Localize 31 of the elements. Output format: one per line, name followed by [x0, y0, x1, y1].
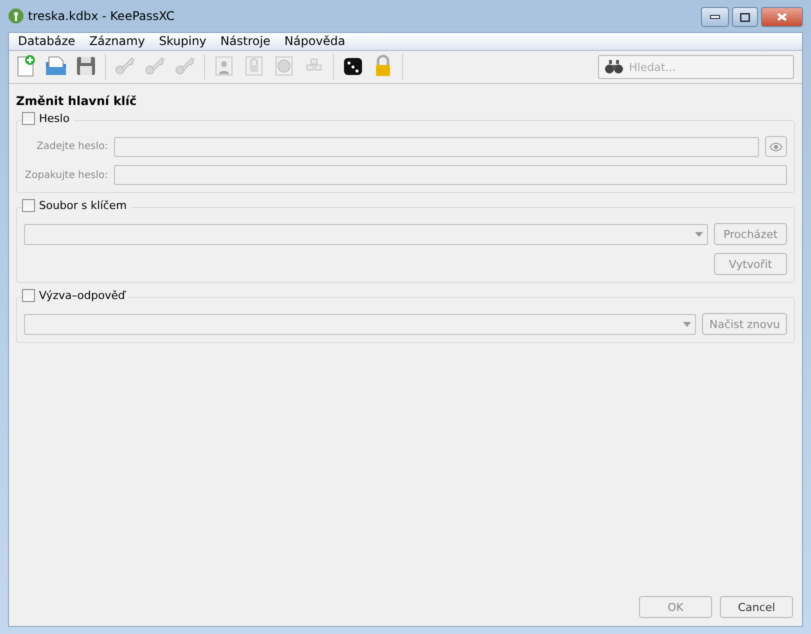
checkbox-label: Soubor s klíčem	[39, 199, 127, 212]
window-title: treska.kdbx - KeePassXC	[28, 9, 174, 23]
field-label: Zadejte heslo:	[36, 141, 108, 152]
keyfile-dropdown[interactable]	[24, 224, 708, 244]
checkbox[interactable]	[22, 112, 35, 125]
dropdown-arrow-icon	[695, 232, 703, 236]
eye-icon	[769, 142, 783, 152]
app-logo-icon	[8, 8, 24, 24]
minimize-icon	[710, 15, 720, 19]
minimize-button[interactable]	[701, 7, 729, 27]
checkbox-label: Heslo	[39, 112, 70, 125]
menu-item[interactable]: Databáze	[11, 33, 82, 50]
folder-icon	[44, 54, 68, 78]
binoculars-icon	[605, 60, 623, 74]
field-label: Zopakujte heslo:	[24, 170, 108, 180]
challenge-dropdown[interactable]	[24, 314, 696, 334]
close-icon	[776, 12, 788, 22]
dialog-button[interactable]: Cancel	[720, 596, 793, 618]
checkbox[interactable]	[22, 289, 35, 302]
maximize-icon	[740, 12, 750, 22]
search-field[interactable]: Hledat...	[598, 55, 794, 79]
close-button[interactable]	[761, 7, 803, 27]
checkbox[interactable]	[22, 199, 35, 212]
menu-item[interactable]: Skupiny	[152, 33, 214, 50]
maximize-button[interactable]	[732, 7, 758, 27]
page-heading: Změnit hlavní klíč	[16, 94, 138, 108]
checkbox-label: Výzva–odpověď	[39, 289, 125, 302]
menu-item[interactable]: Nápověda	[277, 33, 352, 50]
menu-item[interactable]: Záznamy	[82, 33, 152, 50]
menu-item[interactable]: Nástroje	[213, 33, 278, 50]
dropdown-arrow-icon	[683, 322, 692, 326]
